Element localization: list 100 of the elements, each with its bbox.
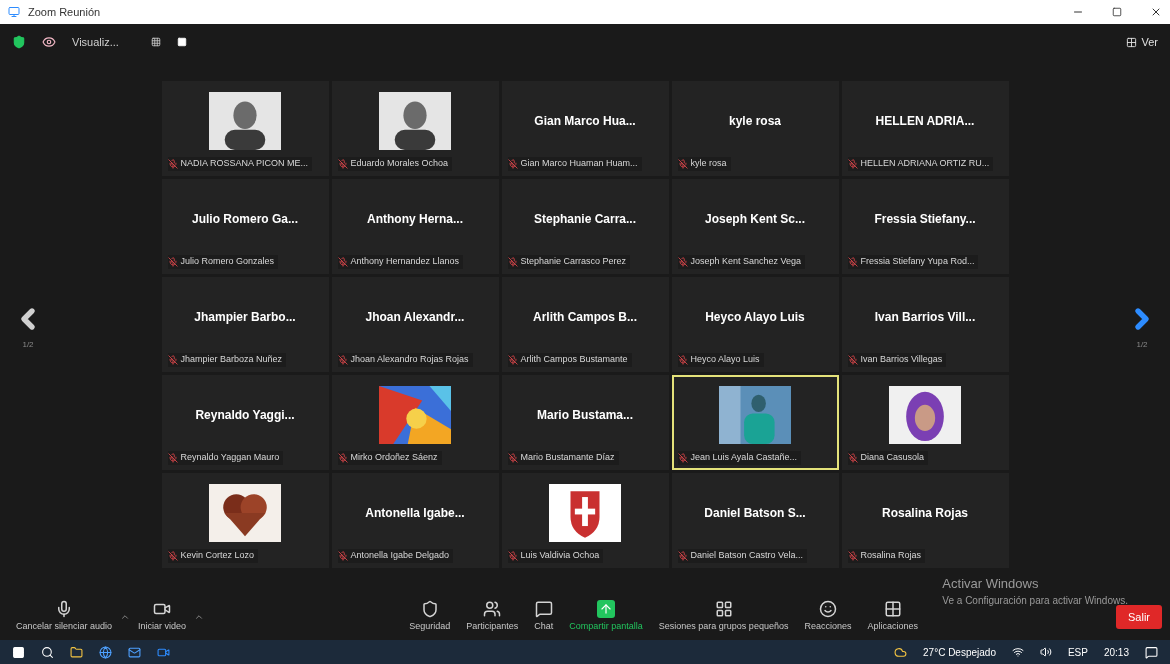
participant-tile[interactable]: Heyco Alayo Luis Heyco Alayo Luis	[671, 276, 839, 372]
toolbar-button[interactable]: Iniciar video	[130, 596, 195, 638]
participant-tile[interactable]: Stephanie Carra... Stephanie Carrasco Perez	[501, 178, 669, 274]
toolbar-button[interactable]: Reacciones	[796, 596, 860, 638]
participant-name: Arlith Campos B...	[533, 309, 637, 326]
muted-microphone-icon	[507, 550, 518, 561]
square-icon[interactable]	[176, 37, 187, 47]
participant-label: Eduardo Morales Ochoa	[350, 157, 449, 170]
muted-microphone-icon	[507, 354, 518, 365]
caret-icon[interactable]	[120, 612, 131, 622]
participant-name: Rosalina Rojas	[882, 505, 968, 522]
muted-microphone-icon	[337, 158, 348, 169]
shield-icon[interactable]	[12, 35, 26, 49]
participant-tile[interactable]: Julio Romero Ga... Julio Romero Gonzales	[161, 178, 329, 274]
muted-microphone-icon	[847, 256, 858, 267]
participant-tile[interactable]: Kevin Cortez Lozo	[161, 472, 329, 568]
participant-label: Anthony Hernandez Llanos	[350, 255, 460, 268]
wifi-icon[interactable]	[1011, 646, 1024, 658]
squares-icon	[714, 600, 733, 619]
participant-tile[interactable]: HELLEN ADRIA... HELLEN ADRIANA ORTIZ RU...	[841, 80, 1009, 176]
participant-name: Julio Romero Ga...	[192, 211, 298, 228]
participant-tile[interactable]: kyle rosa kyle rosa	[671, 80, 839, 176]
participant-label: Jhampier Barboza Nuñez	[180, 353, 283, 366]
muted-microphone-icon	[507, 452, 518, 463]
participant-tile[interactable]: Eduardo Morales Ochoa	[331, 80, 499, 176]
eye-icon[interactable]	[42, 35, 56, 49]
participant-tile[interactable]: Antonella Igabe... Antonella Igabe Delgado	[331, 472, 499, 568]
participant-label: Rosalina Rojas	[860, 549, 922, 562]
participant-tile[interactable]: Jean Luis Ayala Castañe...	[671, 374, 839, 470]
maximize-icon[interactable]	[1112, 7, 1122, 17]
participant-name: Ivan Barrios Vill...	[874, 309, 976, 326]
participant-label: Reynaldo Yaggan Mauro	[180, 451, 280, 464]
participant-tile[interactable]: Jhampier Barbo... Jhampier Barboza Nuñez	[161, 276, 329, 372]
participant-tile[interactable]: Reynaldo Yaggi... Reynaldo Yaggan Mauro	[161, 374, 329, 470]
participant-name: Gian Marco Hua...	[534, 113, 636, 130]
participant-name: HELLEN ADRIA...	[875, 113, 975, 130]
participant-label: kyle rosa	[690, 157, 727, 170]
muted-microphone-icon	[507, 158, 518, 169]
participant-label: Gian Marco Huaman Huam...	[520, 157, 638, 170]
muted-microphone-icon	[847, 354, 858, 365]
folder-icon[interactable]	[70, 645, 83, 659]
participant-tile[interactable]: Diana Casusola	[841, 374, 1009, 470]
participant-tile[interactable]: Gian Marco Hua... Gian Marco Huaman Huam...	[501, 80, 669, 176]
participant-label: Diana Casusola	[860, 451, 925, 464]
shield-icon	[420, 600, 439, 619]
page-indicator: 1/2	[1136, 339, 1148, 351]
caret-icon[interactable]	[194, 612, 205, 622]
muted-microphone-icon	[337, 452, 348, 463]
participant-tile[interactable]: Daniel Batson S... Daniel Batson Castro Vela...	[671, 472, 839, 568]
participant-tile[interactable]: Rosalina Rojas Rosalina Rojas	[841, 472, 1009, 568]
participant-name: Fressia Stiefany...	[874, 211, 976, 228]
close-icon[interactable]	[1150, 6, 1162, 18]
participant-tile[interactable]: Luis Valdivia Ochoa	[501, 472, 669, 568]
participant-label: Stephanie Carrasco Perez	[520, 255, 627, 268]
participant-label: Ivan Barrios Villegas	[860, 353, 943, 366]
participant-label: Mario Bustamante Díaz	[520, 451, 615, 464]
participant-tile[interactable]: Ivan Barrios Vill... Ivan Barrios Villegas	[841, 276, 1009, 372]
participant-tile[interactable]: Anthony Herna... Anthony Hernandez Llanos	[331, 178, 499, 274]
participant-name: Jhoan Alexandr...	[365, 309, 465, 326]
participant-name: Daniel Batson S...	[704, 505, 806, 522]
toolbar-button[interactable]: Participantes	[458, 596, 527, 638]
participant-label: Julio Romero Gonzales	[180, 255, 275, 268]
page-indicator: 1/2	[22, 339, 34, 351]
participant-label: Joseph Kent Sanchez Vega	[690, 255, 802, 268]
clock[interactable]: 20:13	[1103, 644, 1129, 660]
toolbar-button[interactable]: Seguridad	[401, 596, 459, 638]
smile-icon	[818, 600, 837, 619]
muted-microphone-icon	[167, 158, 178, 169]
participant-label: Luis Valdivia Ochoa	[520, 549, 600, 562]
leave-button[interactable]: Salir	[1116, 604, 1162, 630]
language-indicator[interactable]: ESP	[1067, 644, 1088, 660]
participant-tile[interactable]: Arlith Campos B... Arlith Campos Bustamante	[501, 276, 669, 372]
view-button[interactable]: Ver	[1126, 33, 1158, 51]
muted-microphone-icon	[507, 256, 518, 267]
participant-tile[interactable]: Fressia Stiefany... Fressia Stiefany Yupa Rod...	[841, 178, 1009, 274]
search-icon[interactable]	[41, 645, 54, 659]
browser-icon[interactable]	[99, 645, 112, 659]
participant-tile[interactable]: Jhoan Alexandr... Jhoan Alexandro Rojas Rojas	[331, 276, 499, 372]
toolbar-button[interactable]: Aplicaciones	[859, 596, 926, 638]
share-screen-icon	[597, 600, 616, 619]
participant-tile[interactable]: Mario Bustama... Mario Bustamante Díaz	[501, 374, 669, 470]
grid-icon[interactable]	[150, 37, 161, 47]
muted-microphone-icon	[167, 354, 178, 365]
participant-tile[interactable]: Joseph Kent Sc... Joseph Kent Sanchez Vega	[671, 178, 839, 274]
app-icon	[8, 6, 20, 18]
chat-icon	[534, 600, 553, 619]
toolbar-button[interactable]: Cancelar silenciar audio	[8, 596, 121, 638]
participant-label: Mirko Ordoñez Sáenz	[350, 451, 438, 464]
participant-tile[interactable]: NADIA ROSSANA PICON ME...	[161, 80, 329, 176]
muted-microphone-icon	[167, 452, 178, 463]
grid-icon	[883, 600, 902, 619]
toolbar-button[interactable]: Sesiones para grupos pequeños	[650, 596, 797, 638]
notification-icon[interactable]	[1145, 645, 1158, 659]
mail-icon[interactable]	[128, 645, 141, 659]
speaker-icon[interactable]	[1039, 646, 1052, 658]
muted-microphone-icon	[677, 550, 688, 561]
toolbar-button[interactable]: Chat	[526, 596, 562, 638]
toolbar-button[interactable]: Compartir pantalla	[561, 596, 651, 638]
participant-name: Joseph Kent Sc...	[705, 211, 805, 228]
participant-tile[interactable]: Mirko Ordoñez Sáenz	[331, 374, 499, 470]
